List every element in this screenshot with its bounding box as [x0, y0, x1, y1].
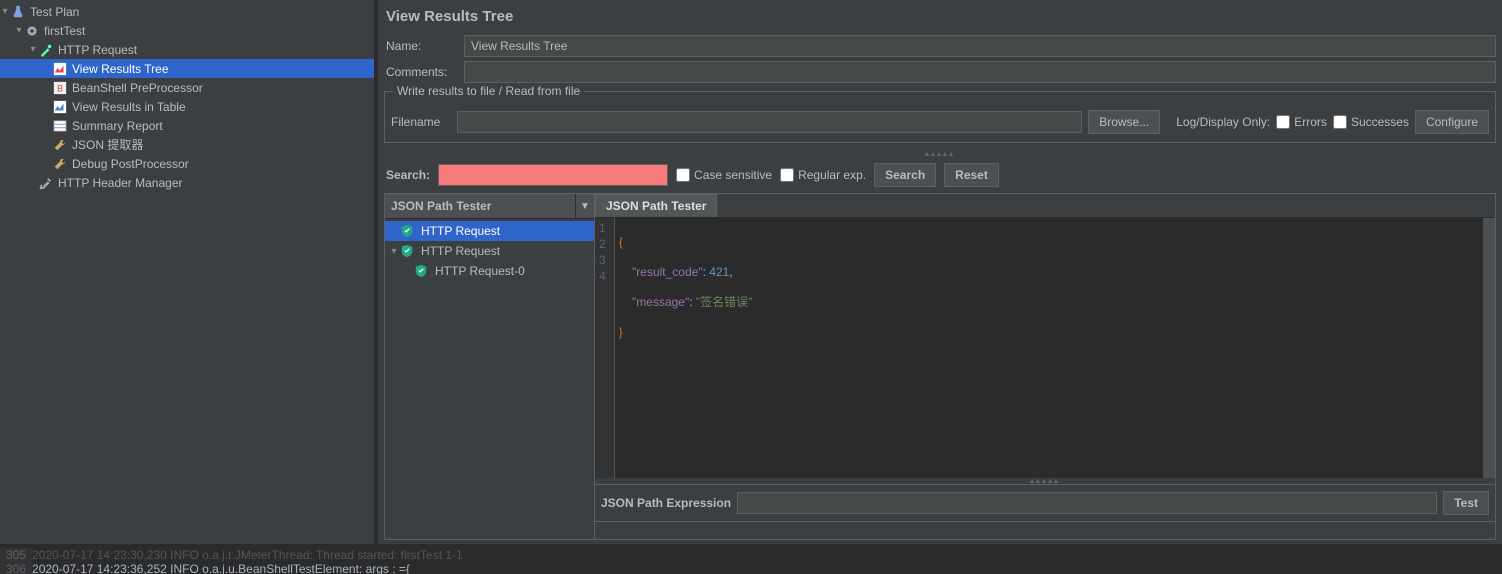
- tree-node-results-table[interactable]: View Results in Table: [0, 97, 374, 116]
- results-container: JSON Path Tester ▼ HTTP Request ▾ HTTP R…: [384, 193, 1496, 540]
- tree-node-thread-group[interactable]: ▾ firstTest: [0, 21, 374, 40]
- result-node[interactable]: HTTP Request: [385, 221, 594, 241]
- errors-checkbox[interactable]: [1276, 115, 1290, 129]
- line-gutter: 1234: [595, 218, 615, 478]
- expand-toggle[interactable]: ▾: [28, 44, 38, 55]
- json-path-result: [595, 521, 1495, 539]
- tree-label: Debug PostProcessor: [72, 157, 189, 171]
- fieldset-legend: Write results to file / Read from file: [393, 84, 584, 98]
- log-text: 2020-07-17 14:23:30,230 INFO o.a.j.t.JMe…: [32, 548, 1502, 574]
- name-input[interactable]: [464, 35, 1496, 57]
- renderer-value: JSON Path Tester: [385, 194, 576, 218]
- wrench-icon: [52, 137, 68, 153]
- shield-ok-icon: [399, 223, 415, 239]
- successes-checkbox-wrap[interactable]: Successes: [1333, 115, 1409, 129]
- tree-node-summary[interactable]: Summary Report: [0, 116, 374, 135]
- shield-ok-icon: [399, 243, 415, 259]
- chart-icon: [52, 61, 68, 77]
- comments-input[interactable]: [464, 61, 1496, 83]
- tree-label: HTTP Header Manager: [58, 176, 183, 190]
- flask-icon: [10, 4, 26, 20]
- successes-checkbox[interactable]: [1333, 115, 1347, 129]
- result-label: HTTP Request-0: [435, 264, 525, 278]
- expand-toggle[interactable]: ▾: [14, 25, 24, 36]
- chevron-down-icon[interactable]: ▼: [576, 194, 594, 218]
- filename-label: Filename: [391, 115, 451, 129]
- chart-icon: [52, 99, 68, 115]
- tab-bar: JSON Path Tester: [595, 194, 1495, 218]
- json-path-row: JSON Path Expression Test: [595, 484, 1495, 521]
- search-label: Search:: [386, 168, 430, 182]
- tree-node-json-extractor[interactable]: JSON 提取器: [0, 135, 374, 154]
- write-results-fieldset: Write results to file / Read from file F…: [384, 91, 1496, 143]
- tree-label: Test Plan: [30, 5, 79, 19]
- result-node[interactable]: HTTP Request-0: [385, 261, 594, 281]
- tree-label: Summary Report: [72, 119, 163, 133]
- table-icon: [52, 118, 68, 134]
- case-sensitive-checkbox[interactable]: [676, 168, 690, 182]
- configure-button[interactable]: Configure: [1415, 110, 1489, 134]
- tree-label: HTTP Request: [58, 43, 137, 57]
- results-tree[interactable]: HTTP Request ▾ HTTP Request HTTP Request…: [385, 219, 594, 539]
- tools-icon: [38, 175, 54, 191]
- browse-button[interactable]: Browse...: [1088, 110, 1160, 134]
- errors-checkbox-wrap[interactable]: Errors: [1276, 115, 1327, 129]
- regex-checkbox[interactable]: [780, 168, 794, 182]
- panel-title: View Results Tree: [384, 4, 1496, 35]
- renderer-combo[interactable]: JSON Path Tester ▼: [385, 194, 594, 219]
- tree-label: View Results Tree: [72, 62, 169, 76]
- gear-icon: [24, 23, 40, 39]
- tree-label: BeanShell PreProcessor: [72, 81, 203, 95]
- listener-panel: View Results Tree Name: Comments: Write …: [378, 0, 1502, 544]
- reset-button[interactable]: Reset: [944, 163, 999, 187]
- tree-node-http-request[interactable]: ▾ HTTP Request: [0, 40, 374, 59]
- result-node[interactable]: ▾ HTTP Request: [385, 241, 594, 261]
- case-sensitive-wrap[interactable]: Case sensitive: [676, 168, 772, 182]
- name-label: Name:: [384, 39, 464, 53]
- tree-node-header-manager[interactable]: HTTP Header Manager: [0, 173, 374, 192]
- result-label: HTTP Request: [421, 244, 500, 258]
- tree-node-view-results-tree[interactable]: View Results Tree: [0, 59, 374, 78]
- expand-toggle[interactable]: ▾: [389, 246, 399, 257]
- tree-node-debug-post[interactable]: Debug PostProcessor: [0, 154, 374, 173]
- log-gutter: 305 306: [0, 548, 32, 574]
- filename-input[interactable]: [457, 111, 1082, 133]
- pipette-icon: [38, 42, 54, 58]
- test-plan-tree[interactable]: ▾ Test Plan ▾ firstTest ▾ HTTP Request V…: [0, 0, 378, 544]
- results-left-panel: JSON Path Tester ▼ HTTP Request ▾ HTTP R…: [385, 194, 595, 539]
- expand-toggle[interactable]: ▾: [0, 6, 10, 17]
- comments-label: Comments:: [384, 65, 464, 79]
- tree-node-beanshell[interactable]: B BeanShell PreProcessor: [0, 78, 374, 97]
- code-content[interactable]: { "result_code": 421, "message": "签名错误" …: [615, 218, 1495, 478]
- svg-text:B: B: [57, 83, 63, 93]
- search-row: Search: Case sensitive Regular exp. Sear…: [384, 157, 1496, 193]
- test-button[interactable]: Test: [1443, 491, 1489, 515]
- json-path-label: JSON Path Expression: [601, 496, 731, 510]
- tree-label: View Results in Table: [72, 100, 186, 114]
- search-button[interactable]: Search: [874, 163, 936, 187]
- log-panel[interactable]: 305 306 2020-07-17 14:23:30,230 INFO o.a…: [0, 544, 1502, 574]
- tree-label: JSON 提取器: [72, 136, 143, 153]
- tree-node-test-plan[interactable]: ▾ Test Plan: [0, 2, 374, 21]
- search-input[interactable]: [438, 164, 668, 186]
- results-right-panel: JSON Path Tester 1234 { "result_code": 4…: [595, 194, 1495, 539]
- json-path-input[interactable]: [737, 492, 1437, 514]
- bean-icon: B: [52, 80, 68, 96]
- regex-wrap[interactable]: Regular exp.: [780, 168, 866, 182]
- tree-label: firstTest: [44, 24, 85, 38]
- wrench-icon: [52, 156, 68, 172]
- tab-json-path-tester[interactable]: JSON Path Tester: [595, 194, 717, 217]
- result-label: HTTP Request: [421, 224, 500, 238]
- shield-ok-icon: [413, 263, 429, 279]
- log-display-label: Log/Display Only:: [1176, 115, 1270, 129]
- code-editor[interactable]: 1234 { "result_code": 421, "message": "签…: [595, 218, 1495, 478]
